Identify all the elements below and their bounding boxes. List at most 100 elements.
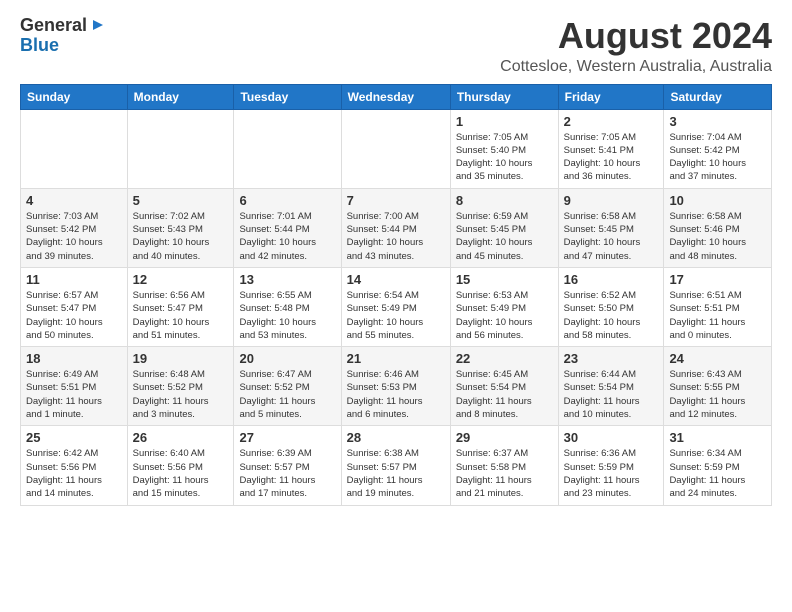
calendar-cell: 14 Sunrise: 6:54 AMSunset: 5:49 PMDayligh… [341, 267, 450, 346]
day-info: Sunrise: 6:37 AMSunset: 5:58 PMDaylight:… [456, 447, 553, 500]
day-number: 16 [564, 272, 659, 287]
day-number: 7 [347, 193, 445, 208]
day-number: 18 [26, 351, 122, 366]
calendar-week-row: 18 Sunrise: 6:49 AMSunset: 5:51 PMDayligh… [21, 347, 772, 426]
calendar-cell: 21 Sunrise: 6:46 AMSunset: 5:53 PMDayligh… [341, 347, 450, 426]
calendar-cell: 31 Sunrise: 6:34 AMSunset: 5:59 PMDayligh… [664, 426, 772, 505]
day-of-week-header: Wednesday [341, 84, 450, 109]
calendar-week-row: 25Sunrise: 6:42 AMSunset: 5:56 PMDayligh… [21, 426, 772, 505]
day-number: 5 [133, 193, 229, 208]
day-number: 11 [26, 272, 122, 287]
day-number: 24 [669, 351, 766, 366]
day-of-week-header: Sunday [21, 84, 128, 109]
calendar-cell [21, 109, 128, 188]
calendar-week-row: 11 Sunrise: 6:57 AMSunset: 5:47 PMDayligh… [21, 267, 772, 346]
calendar-cell: 5 Sunrise: 7:02 AMSunset: 5:43 PMDaylight… [127, 188, 234, 267]
day-number: 21 [347, 351, 445, 366]
day-number: 29 [456, 430, 553, 445]
day-number: 23 [564, 351, 659, 366]
day-number: 2 [564, 114, 659, 129]
day-info: Sunrise: 6:52 AMSunset: 5:50 PMDaylight:… [564, 289, 659, 342]
day-info: Sunrise: 6:56 AMSunset: 5:47 PMDaylight:… [133, 289, 229, 342]
day-number: 19 [133, 351, 229, 366]
calendar-cell [234, 109, 341, 188]
calendar-cell: 18 Sunrise: 6:49 AMSunset: 5:51 PMDayligh… [21, 347, 128, 426]
day-number: 17 [669, 272, 766, 287]
day-number: 4 [26, 193, 122, 208]
day-number: 28 [347, 430, 445, 445]
day-info: Sunrise: 6:55 AMSunset: 5:48 PMDaylight:… [239, 289, 335, 342]
calendar-cell: 3 Sunrise: 7:04 AMSunset: 5:42 PMDaylight… [664, 109, 772, 188]
day-info: Sunrise: 7:04 AMSunset: 5:42 PMDaylight:… [669, 131, 766, 184]
logo-blue-text: Blue [20, 36, 59, 56]
day-info: Sunrise: 6:42 AMSunset: 5:56 PMDaylight:… [26, 447, 122, 500]
calendar-cell [127, 109, 234, 188]
calendar-cell: 7Sunrise: 7:00 AMSunset: 5:44 PMDaylight… [341, 188, 450, 267]
calendar-title: August 2024 [500, 16, 772, 56]
day-info: Sunrise: 6:54 AMSunset: 5:49 PMDaylight:… [347, 289, 445, 342]
calendar-cell: 6Sunrise: 7:01 AMSunset: 5:44 PMDaylight… [234, 188, 341, 267]
title-block: August 2024 Cottesloe, Western Australia… [500, 16, 772, 76]
calendar-table: SundayMondayTuesdayWednesdayThursdayFrid… [20, 84, 772, 506]
day-info: Sunrise: 7:03 AMSunset: 5:42 PMDaylight:… [26, 210, 122, 263]
day-number: 8 [456, 193, 553, 208]
day-info: Sunrise: 7:02 AMSunset: 5:43 PMDaylight:… [133, 210, 229, 263]
calendar-header: SundayMondayTuesdayWednesdayThursdayFrid… [21, 84, 772, 109]
day-number: 31 [669, 430, 766, 445]
calendar-cell: 22Sunrise: 6:45 AMSunset: 5:54 PMDayligh… [450, 347, 558, 426]
day-info: Sunrise: 6:45 AMSunset: 5:54 PMDaylight:… [456, 368, 553, 421]
day-number: 3 [669, 114, 766, 129]
day-of-week-header: Friday [558, 84, 664, 109]
day-info: Sunrise: 6:34 AMSunset: 5:59 PMDaylight:… [669, 447, 766, 500]
day-number: 6 [239, 193, 335, 208]
day-info: Sunrise: 6:43 AMSunset: 5:55 PMDaylight:… [669, 368, 766, 421]
calendar-cell [341, 109, 450, 188]
day-info: Sunrise: 6:47 AMSunset: 5:52 PMDaylight:… [239, 368, 335, 421]
calendar-cell: 1Sunrise: 7:05 AMSunset: 5:40 PMDaylight… [450, 109, 558, 188]
day-info: Sunrise: 6:53 AMSunset: 5:49 PMDaylight:… [456, 289, 553, 342]
calendar-cell: 8 Sunrise: 6:59 AMSunset: 5:45 PMDaylight… [450, 188, 558, 267]
day-number: 12 [133, 272, 229, 287]
day-info: Sunrise: 6:40 AMSunset: 5:56 PMDaylight:… [133, 447, 229, 500]
day-of-week-header: Monday [127, 84, 234, 109]
day-of-week-header: Tuesday [234, 84, 341, 109]
day-info: Sunrise: 6:46 AMSunset: 5:53 PMDaylight:… [347, 368, 445, 421]
logo-general-text: General [20, 16, 87, 36]
calendar-cell: 15Sunrise: 6:53 AMSunset: 5:49 PMDayligh… [450, 267, 558, 346]
calendar-cell: 29 Sunrise: 6:37 AMSunset: 5:58 PMDayligh… [450, 426, 558, 505]
calendar-cell: 9 Sunrise: 6:58 AMSunset: 5:45 PMDaylight… [558, 188, 664, 267]
calendar-cell: 23Sunrise: 6:44 AMSunset: 5:54 PMDayligh… [558, 347, 664, 426]
day-of-week-header: Saturday [664, 84, 772, 109]
day-info: Sunrise: 6:57 AMSunset: 5:47 PMDaylight:… [26, 289, 122, 342]
page-header: General Blue August 2024 Cottesloe, West… [20, 16, 772, 76]
day-info: Sunrise: 6:59 AMSunset: 5:45 PMDaylight:… [456, 210, 553, 263]
day-info: Sunrise: 6:58 AMSunset: 5:45 PMDaylight:… [564, 210, 659, 263]
day-info: Sunrise: 6:51 AMSunset: 5:51 PMDaylight:… [669, 289, 766, 342]
day-number: 9 [564, 193, 659, 208]
day-number: 1 [456, 114, 553, 129]
calendar-cell: 24 Sunrise: 6:43 AMSunset: 5:55 PMDayligh… [664, 347, 772, 426]
day-info: Sunrise: 6:38 AMSunset: 5:57 PMDaylight:… [347, 447, 445, 500]
day-number: 30 [564, 430, 659, 445]
day-number: 20 [239, 351, 335, 366]
calendar-cell: 13 Sunrise: 6:55 AMSunset: 5:48 PMDayligh… [234, 267, 341, 346]
calendar-cell: 25Sunrise: 6:42 AMSunset: 5:56 PMDayligh… [21, 426, 128, 505]
calendar-cell: 28 Sunrise: 6:38 AMSunset: 5:57 PMDayligh… [341, 426, 450, 505]
day-number: 13 [239, 272, 335, 287]
calendar-week-row: 4 Sunrise: 7:03 AMSunset: 5:42 PMDaylight… [21, 188, 772, 267]
calendar-cell: 2 Sunrise: 7:05 AMSunset: 5:41 PMDaylight… [558, 109, 664, 188]
calendar-cell: 16 Sunrise: 6:52 AMSunset: 5:50 PMDayligh… [558, 267, 664, 346]
day-number: 27 [239, 430, 335, 445]
day-of-week-header: Thursday [450, 84, 558, 109]
calendar-subtitle: Cottesloe, Western Australia, Australia [500, 58, 772, 76]
day-number: 14 [347, 272, 445, 287]
day-info: Sunrise: 6:36 AMSunset: 5:59 PMDaylight:… [564, 447, 659, 500]
day-info: Sunrise: 6:49 AMSunset: 5:51 PMDaylight:… [26, 368, 122, 421]
day-info: Sunrise: 7:05 AMSunset: 5:41 PMDaylight:… [564, 131, 659, 184]
calendar-cell: 19Sunrise: 6:48 AMSunset: 5:52 PMDayligh… [127, 347, 234, 426]
logo: General Blue [20, 16, 107, 56]
header-row: SundayMondayTuesdayWednesdayThursdayFrid… [21, 84, 772, 109]
logo-arrow-icon [89, 16, 107, 34]
calendar-cell: 20 Sunrise: 6:47 AMSunset: 5:52 PMDayligh… [234, 347, 341, 426]
day-info: Sunrise: 6:58 AMSunset: 5:46 PMDaylight:… [669, 210, 766, 263]
